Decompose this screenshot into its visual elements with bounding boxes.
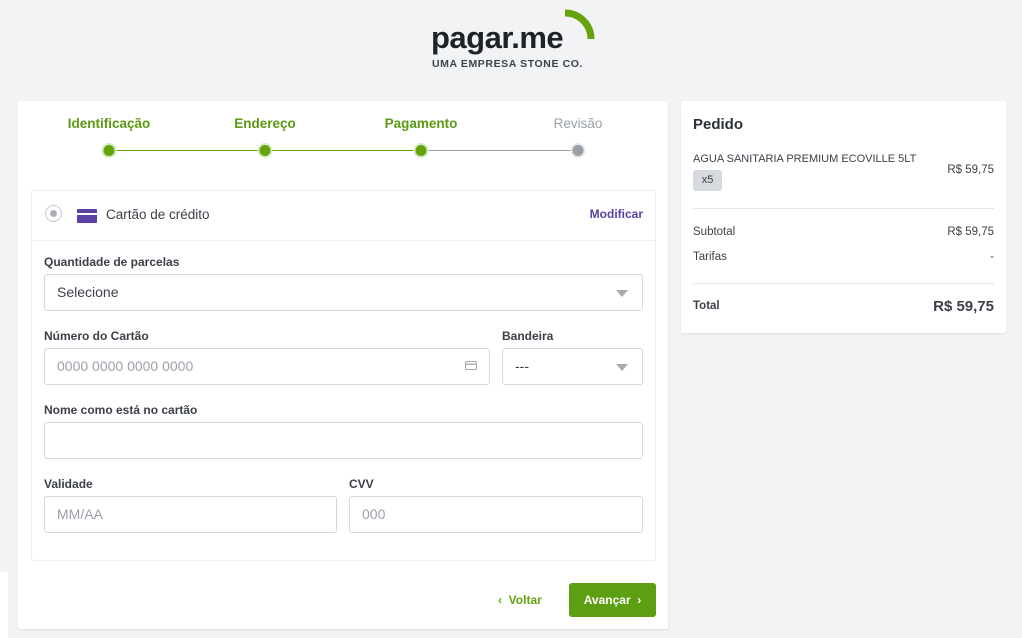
installments-label: Quantidade de parcelas <box>44 255 180 269</box>
step-dot-endereco <box>259 145 271 156</box>
order-item-price: R$ 59,75 <box>947 164 994 176</box>
expiry-input[interactable]: MM/AA <box>44 496 337 533</box>
step-dot-pagamento <box>415 145 427 156</box>
total-value: R$ 59,75 <box>933 298 994 315</box>
chevron-down-icon <box>616 290 628 297</box>
installments-select[interactable]: Selecione <box>44 274 643 311</box>
credit-card-icon <box>77 209 97 223</box>
chevron-left-icon: ‹ <box>498 593 502 607</box>
total-label: Total <box>693 300 720 312</box>
cvv-placeholder: 000 <box>362 506 386 522</box>
order-item-qty-badge: x5 <box>693 170 722 191</box>
holder-name-input[interactable] <box>44 422 643 459</box>
header: pagar.me UMA EMPRESA STONE CO. <box>0 0 1022 90</box>
card-number-label: Número do Cartão <box>44 329 149 343</box>
card-brand-label: Bandeira <box>502 329 554 343</box>
card-brand-select[interactable]: --- <box>502 348 643 385</box>
order-summary-card: Pedido AGUA SANITARIA PREMIUM ECOVILLE 5… <box>681 101 1006 333</box>
subtotal-value: R$ 59,75 <box>947 226 994 238</box>
card-field-icon <box>465 361 477 370</box>
order-item-name: AGUA SANITARIA PREMIUM ECOVILLE 5LT <box>693 153 917 165</box>
cvv-label: CVV <box>349 477 374 491</box>
step-revisao: Revisão <box>553 116 603 131</box>
payment-method-panel: Cartão de crédito Modificar Quantidade d… <box>31 190 656 561</box>
back-button[interactable]: ‹ Voltar <box>498 593 542 607</box>
installments-value: Selecione <box>57 284 119 300</box>
stepper-remaining-line <box>421 150 578 151</box>
brand-tagline: UMA EMPRESA STONE CO. <box>432 58 584 70</box>
page-edge <box>0 572 8 638</box>
card-number-placeholder: 0000 0000 0000 0000 <box>57 358 194 374</box>
expiry-placeholder: MM/AA <box>57 506 103 522</box>
expiry-label: Validade <box>44 477 93 491</box>
card-brand-value: --- <box>515 358 529 374</box>
payment-method-radio[interactable] <box>45 205 62 222</box>
divider <box>693 283 994 284</box>
chevron-down-icon <box>616 364 628 371</box>
payment-method-label: Cartão de crédito <box>106 207 210 222</box>
next-button-label: Avançar <box>583 593 631 607</box>
logo-arc-icon <box>564 9 595 40</box>
fees-value: - <box>990 251 994 263</box>
chevron-right-icon: › <box>637 593 642 607</box>
brand-logo: pagar.me <box>431 20 564 55</box>
modify-link[interactable]: Modificar <box>590 207 643 221</box>
order-title: Pedido <box>693 116 744 133</box>
stepper: Identificação Endereço Pagamento Revisão <box>18 101 668 171</box>
payment-method-header: Cartão de crédito Modificar <box>32 191 655 241</box>
subtotal-label: Subtotal <box>693 226 736 238</box>
step-dot-revisao <box>572 145 584 156</box>
fees-label: Tarifas <box>693 251 727 263</box>
checkout-card: Identificação Endereço Pagamento Revisão… <box>18 101 668 629</box>
card-number-input[interactable]: 0000 0000 0000 0000 <box>44 348 490 385</box>
step-identificacao: Identificação <box>67 116 151 131</box>
divider <box>693 208 994 209</box>
step-dot-identificacao <box>103 145 115 156</box>
step-endereco: Endereço <box>234 116 296 131</box>
cvv-input[interactable]: 000 <box>349 496 643 533</box>
back-button-label: Voltar <box>508 593 542 607</box>
next-button[interactable]: Avançar › <box>569 583 656 617</box>
step-pagamento: Pagamento <box>384 116 458 131</box>
holder-name-label: Nome como está no cartão <box>44 403 198 417</box>
